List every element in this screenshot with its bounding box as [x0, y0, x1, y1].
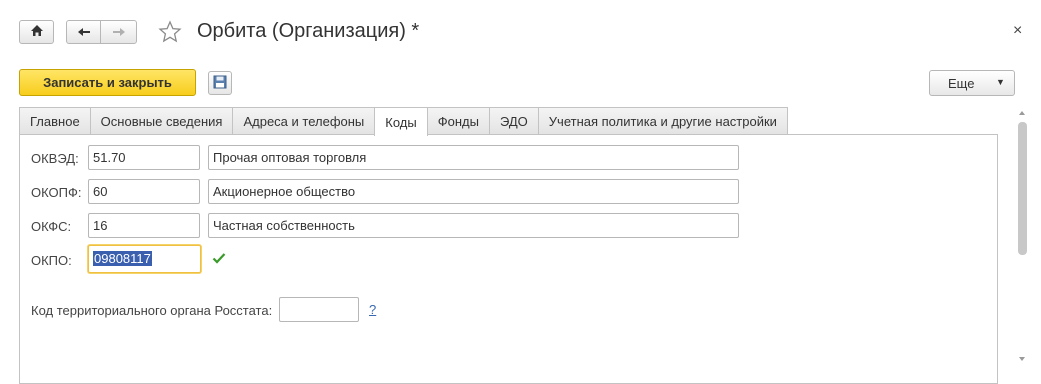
- tab-edo[interactable]: ЭДО: [488, 107, 539, 135]
- favorite-star-icon[interactable]: [158, 20, 182, 47]
- tab-funds[interactable]: Фонды: [426, 107, 490, 135]
- okved-description-field[interactable]: Прочая оптовая торговля: [208, 145, 739, 170]
- tab-main[interactable]: Главное: [19, 107, 91, 135]
- rosstat-code-field[interactable]: [279, 297, 359, 322]
- chevron-down-icon: ▼: [996, 77, 1005, 87]
- scroll-down-arrow[interactable]: [1019, 357, 1025, 361]
- arrow-right-icon: [112, 25, 126, 40]
- tab-basic-info[interactable]: Основные сведения: [89, 107, 234, 135]
- okved-label: ОКВЭД:: [31, 151, 79, 166]
- rosstat-label: Код территориального органа Росстата:: [31, 303, 273, 318]
- okopf-description-field[interactable]: Акционерное общество: [208, 179, 739, 204]
- tab-addresses-phones[interactable]: Адреса и телефоны: [232, 107, 376, 135]
- arrow-left-icon: [77, 25, 91, 40]
- tab-accounting-policy[interactable]: Учетная политика и другие настройки: [537, 107, 788, 135]
- okfs-description-field[interactable]: Частная собственность: [208, 213, 739, 238]
- okfs-label: ОКФС:: [31, 219, 72, 234]
- checkmark-icon: [212, 252, 226, 267]
- help-link[interactable]: ?: [369, 302, 376, 317]
- okpo-code-field[interactable]: 09808117: [88, 245, 201, 273]
- home-icon: [30, 24, 44, 40]
- vertical-scrollbar-thumb[interactable]: [1018, 122, 1027, 255]
- okpo-selected-text: 09808117: [93, 251, 152, 266]
- floppy-disk-icon: [213, 75, 227, 92]
- okopf-code-field[interactable]: 60: [88, 179, 200, 204]
- more-button[interactable]: Еще ▼: [929, 70, 1015, 96]
- close-icon[interactable]: ×: [1013, 22, 1022, 40]
- okpo-label: ОКПО:: [31, 253, 72, 268]
- okved-code-field[interactable]: 51.70: [88, 145, 200, 170]
- back-button[interactable]: [66, 20, 101, 44]
- scroll-up-arrow[interactable]: [1019, 111, 1025, 115]
- tab-codes[interactable]: Коды: [374, 107, 428, 136]
- forward-button[interactable]: [100, 20, 137, 44]
- save-button[interactable]: [208, 71, 232, 95]
- window-title: Орбита (Организация) *: [197, 20, 420, 42]
- okfs-code-field[interactable]: 16: [88, 213, 200, 238]
- home-button[interactable]: [19, 20, 54, 44]
- tab-bar: Главное Основные сведения Адреса и телеф…: [19, 107, 788, 136]
- okopf-label: ОКОПФ:: [31, 185, 82, 200]
- save-and-close-button[interactable]: Записать и закрыть: [19, 69, 196, 96]
- more-button-label: Еще: [948, 76, 975, 91]
